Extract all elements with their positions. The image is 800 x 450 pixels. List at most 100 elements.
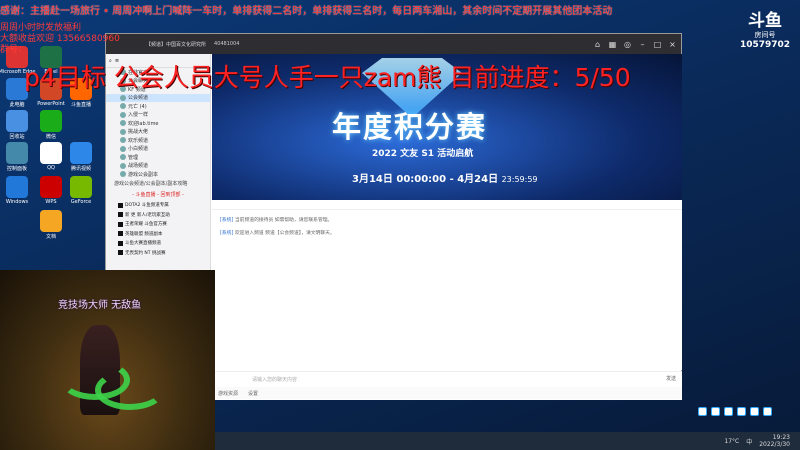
desktop-icon-label: QQ bbox=[47, 165, 55, 171]
desktop-icon-label: 回收站 bbox=[9, 134, 25, 140]
chat-toolbar bbox=[212, 200, 682, 210]
gamepad-icon[interactable]: ◎ bbox=[623, 40, 632, 49]
user-avatar-icon bbox=[120, 103, 126, 110]
desktop-icon[interactable]: 微信 bbox=[36, 110, 66, 140]
room-list: DOTA2 斗鱼频道专属新 更 新人/老玩家互助 王者荣耀 斗鱼官方赛 英雄联盟 频… bbox=[106, 201, 210, 258]
room-item[interactable]: 王者荣耀 斗鱼官方赛 bbox=[106, 220, 210, 230]
channel-item[interactable]: 战场频道 bbox=[106, 162, 210, 171]
blade-right bbox=[95, 370, 165, 410]
room-label: DOTA2 斗鱼频道专属 bbox=[125, 203, 169, 209]
room-icon bbox=[118, 231, 123, 237]
channel-item[interactable]: 小白频道 bbox=[106, 145, 210, 154]
tray-icon[interactable] bbox=[750, 407, 759, 416]
divider-label[interactable]: - 斗鱼直播 - 回到顶部 - bbox=[106, 188, 210, 201]
desktop-icon[interactable]: GeForce bbox=[66, 176, 96, 205]
room-label: 英雄联盟 频道副本 bbox=[125, 231, 163, 237]
desktop-icon-label: 腾讯视频 bbox=[70, 166, 91, 172]
tray-icon[interactable] bbox=[724, 407, 733, 416]
tray-icon[interactable] bbox=[737, 407, 746, 416]
room-icon bbox=[118, 250, 123, 256]
channel-label: 欢乐频道 bbox=[128, 137, 149, 144]
desktop-icon[interactable]: 回收站 bbox=[2, 110, 32, 140]
channel-item[interactable]: 欢迎lab.time bbox=[106, 119, 210, 128]
channel-item[interactable]: 管理 bbox=[106, 153, 210, 162]
channel-item[interactable]: 欢乐频道 bbox=[106, 136, 210, 145]
desktop-icon-label: WPS bbox=[45, 199, 57, 205]
channel-item[interactable]: 元亡 (4) bbox=[106, 102, 210, 111]
channel-item[interactable]: 游戏公会副本 bbox=[106, 170, 210, 179]
bottom-item-resources[interactable]: 游戏资源 bbox=[218, 390, 238, 397]
user-avatar-icon bbox=[120, 171, 126, 178]
desktop-icon-label: Windows bbox=[5, 199, 29, 205]
channel-item[interactable]: 公会频道 bbox=[106, 93, 210, 102]
desktop-icon[interactable]: Windows bbox=[2, 176, 32, 205]
desktop-icon-label: 控制面板 bbox=[6, 166, 27, 172]
tray-icon[interactable] bbox=[698, 407, 707, 416]
chat-area: [系统] 当前频道的接待员 如需帮助，请您联系管理。 [系统] 欢迎进入频道 频道… bbox=[212, 200, 682, 370]
desktop-icon[interactable]: 腾讯视频 bbox=[66, 142, 96, 172]
banner-subtitle: 2022 文友 S1 活动启航 bbox=[372, 149, 474, 159]
channel-label: 游戏公会副本 bbox=[128, 171, 159, 178]
room-item[interactable]: 斗鱼大赛直播频道 bbox=[106, 239, 210, 249]
desktop-icon[interactable]: QQ bbox=[36, 142, 66, 171]
desktop-icon[interactable]: 文档 bbox=[36, 210, 66, 240]
room-item[interactable]: 英雄联盟 频道副本 bbox=[106, 229, 210, 239]
channel-id: 40481004 bbox=[214, 41, 240, 47]
channel-label: 欢迎lab.time bbox=[128, 120, 159, 127]
desktop-icon[interactable]: 控制面板 bbox=[2, 142, 32, 172]
send-button[interactable]: 发送 bbox=[666, 375, 676, 382]
room-icon bbox=[118, 221, 123, 227]
channel-label: 挑战大佬 bbox=[128, 129, 149, 136]
desktop-icon-label: GeForce bbox=[70, 199, 92, 205]
clock-time: 19:23 bbox=[772, 434, 790, 441]
room-icon bbox=[118, 202, 123, 208]
channel-label: 管理 bbox=[128, 154, 139, 161]
room-item[interactable]: 新 更 新人/老玩家互助 bbox=[106, 210, 210, 220]
channel-label: 元亡 (4) bbox=[128, 103, 147, 110]
desktop-icon-label: 微信 bbox=[45, 134, 56, 140]
channel-item[interactable]: 挑战大佬 bbox=[106, 128, 210, 137]
ime-indicator[interactable]: 中 bbox=[746, 437, 752, 446]
desktop-icon[interactable]: WPS bbox=[36, 176, 66, 205]
channel-subheader: 游戏公会频道/公会副本/副本攻略 bbox=[114, 180, 188, 187]
message-sender[interactable]: [系统] bbox=[220, 218, 233, 223]
user-avatar-icon bbox=[120, 128, 126, 135]
room-item[interactable]: DOTA2 斗鱼频道专属 bbox=[106, 201, 210, 211]
room-icon bbox=[118, 240, 123, 246]
banner-date-range: 3月14日 00:00:00 - 4月24日 bbox=[352, 174, 499, 185]
bottom-item-settings[interactable]: 设置 bbox=[248, 390, 258, 397]
goal-banner: p4目标 公会人员大号人手一只zam熊 目前进度：5/50 bbox=[24, 63, 631, 92]
message-text: 欢迎进入频道 频道【公会频道】，请文明聊天。 bbox=[234, 231, 335, 236]
desktop-icon-label: 斗鱼直播 bbox=[70, 102, 91, 108]
game-webcam-feed: 竞技场大师 无敌鱼 bbox=[0, 270, 215, 450]
weather-temp[interactable]: 17°C bbox=[724, 438, 739, 445]
app-icon bbox=[6, 176, 28, 198]
user-avatar-icon bbox=[120, 111, 126, 118]
message-text: 当前频道的接待员 如需帮助，请您联系管理。 bbox=[234, 218, 333, 223]
desktop-icon-label: 文档 bbox=[45, 234, 56, 240]
room-label: 新 更 新人/老玩家互助 bbox=[125, 212, 170, 218]
room-label: 王者荣耀 斗鱼官方赛 bbox=[125, 222, 167, 228]
app-icon bbox=[40, 110, 62, 132]
close-icon[interactable]: × bbox=[668, 40, 677, 49]
maximize-icon[interactable]: □ bbox=[653, 40, 662, 49]
minimize-icon[interactable]: – bbox=[638, 40, 647, 49]
channel-item[interactable]: 入侵一样 bbox=[106, 111, 210, 120]
app-icon bbox=[6, 110, 28, 132]
message-sender[interactable]: [系统] bbox=[220, 231, 233, 236]
grid-icon[interactable]: ▦ bbox=[608, 40, 617, 49]
tray-icon[interactable] bbox=[711, 407, 720, 416]
window-title: 【频道】中国百文化研究所 bbox=[146, 41, 207, 48]
chat-message: [系统] 欢迎进入频道 频道【公会频道】，请文明聊天。 bbox=[212, 223, 682, 236]
user-avatar-icon bbox=[120, 94, 126, 101]
home-icon[interactable]: ⌂ bbox=[593, 40, 602, 49]
banner-end-time: 23:59:59 bbox=[501, 175, 538, 184]
room-label: 斗鱼大赛直播频道 bbox=[125, 241, 161, 247]
app-icon bbox=[40, 142, 62, 164]
chat-input[interactable]: 请输入您的聊天内容 bbox=[252, 376, 297, 383]
room-icon bbox=[118, 212, 123, 218]
clock[interactable]: 19:23 2022/3/30 bbox=[759, 434, 790, 448]
room-item[interactable]: 无畏契约 NT 挑战赛 bbox=[106, 248, 210, 258]
bottom-strip: 游戏资源 设置 bbox=[212, 387, 682, 399]
tray-icon[interactable] bbox=[763, 407, 772, 416]
